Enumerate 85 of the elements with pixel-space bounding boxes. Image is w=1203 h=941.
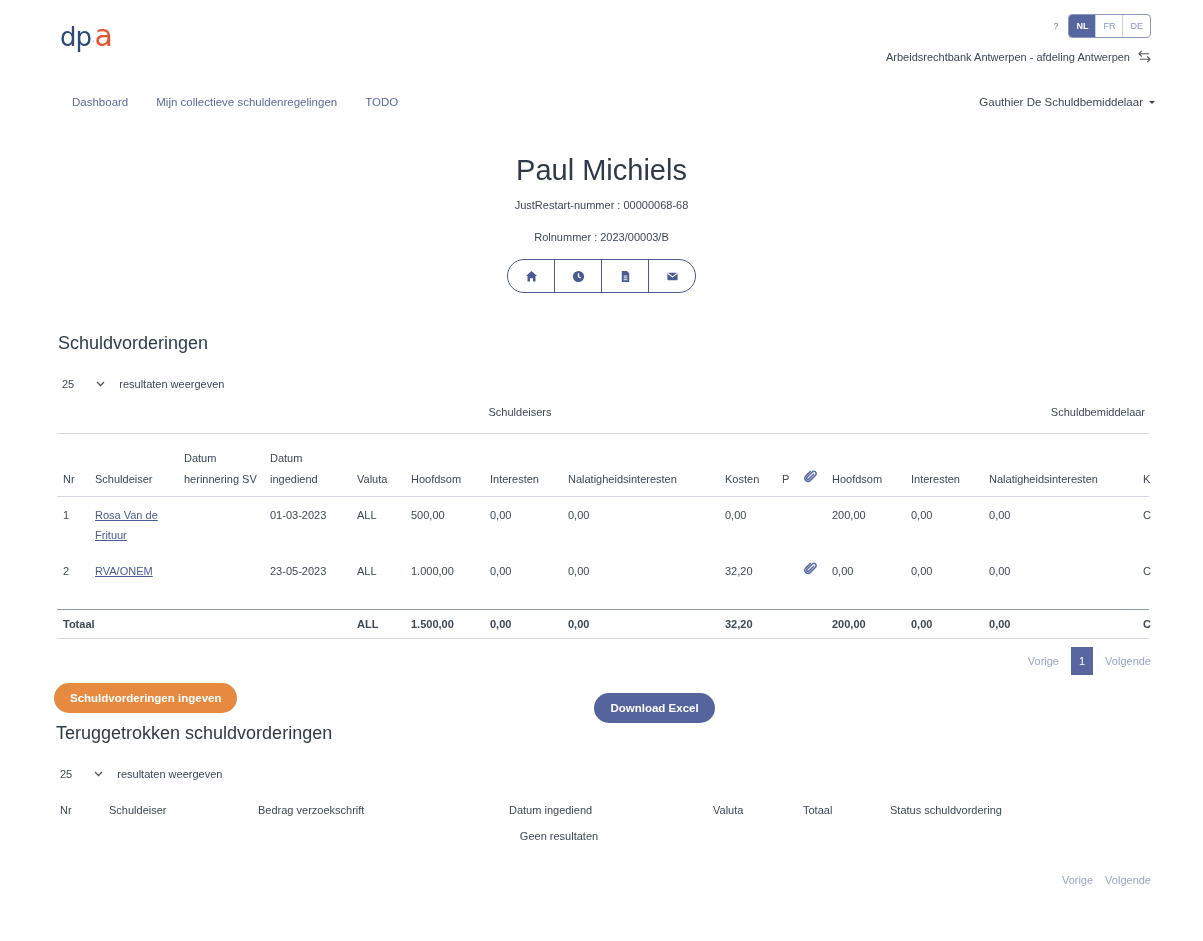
- table-cell: 1.000,00: [411, 565, 454, 577]
- table-cell: ALL: [357, 509, 377, 521]
- column-header: Valuta: [713, 803, 744, 816]
- nav-link[interactable]: Dashboard: [72, 96, 129, 108]
- total-cell: 32,20: [725, 617, 753, 630]
- case-number: JustRestart-nummer : 00000068-68: [514, 199, 689, 211]
- table-cell: 01-03-2023: [270, 509, 327, 521]
- clock-icon: [571, 269, 585, 283]
- total-cell: C: [1143, 617, 1151, 630]
- empty-message: Geen resultaten: [519, 829, 599, 842]
- total-cell: 200,00: [832, 617, 866, 630]
- table-cell: 0,00: [490, 565, 512, 577]
- table-cell: 32,20: [725, 565, 753, 577]
- column-header: Schuldeiser: [95, 473, 153, 485]
- column-header: Nalatigheidsinteresten: [568, 473, 677, 485]
- table-cell: 0,00: [911, 565, 933, 577]
- column-header: K: [1143, 473, 1151, 485]
- case-number: Rolnummer : 2023/00003/B: [534, 231, 669, 243]
- column-header: Bedrag verzoekschrift: [258, 803, 365, 816]
- user-menu[interactable]: Gauthier De Schuldbemiddelaar: [979, 96, 1155, 108]
- table-cell: C: [1143, 565, 1151, 577]
- page-length-label: resultaten weergeven: [117, 767, 223, 780]
- total-cell: 1.500,00: [411, 617, 454, 630]
- table-cell: 0,00: [490, 509, 512, 521]
- table-cell: 200,00: [832, 509, 866, 521]
- total-cell: ALL: [357, 617, 379, 630]
- column-header: Datum ingediend: [270, 452, 318, 485]
- table-cell: 0,00: [568, 509, 590, 521]
- table-cell: 0,00: [568, 565, 590, 577]
- person-name: Paul Michiels: [516, 154, 687, 187]
- column-header: Valuta: [357, 473, 388, 485]
- table-cell: 0,00: [989, 509, 1011, 521]
- column-header: Hoofdsom: [411, 473, 462, 485]
- language-button[interactable]: NL: [1069, 15, 1096, 37]
- total-cell: 0,00: [568, 617, 590, 630]
- column-group-header: Schuldbemiddelaar: [1050, 406, 1146, 418]
- table-cell: 0,00: [989, 565, 1011, 577]
- help-link[interactable]: ?: [1053, 21, 1059, 31]
- nav-link[interactable]: Mijn collectieve schuldenregelingen: [156, 96, 338, 108]
- table-cell: 500,00: [411, 509, 445, 521]
- table-cell: 1: [63, 509, 70, 521]
- column-header: Schuldeiser: [109, 803, 167, 816]
- column-header: Nr: [60, 803, 72, 816]
- column-header: Kosten: [725, 473, 760, 485]
- total-cell: 0,00: [989, 617, 1011, 630]
- column-header: Nr: [63, 473, 75, 485]
- court-name: Arbeidsrechtbank Antwerpen - afdeling Antwerpen: [886, 50, 1130, 63]
- table-cell: ALL: [357, 565, 377, 577]
- page-length-label: resultaten weergeven: [119, 378, 225, 390]
- table-cell: 0,00: [832, 565, 854, 577]
- column-header: Hoofdsom: [832, 473, 883, 485]
- column-group-header: Schuldeisers: [488, 406, 552, 418]
- table-cell: 23-05-2023: [270, 565, 327, 577]
- page-length-select[interactable]: 25: [62, 376, 110, 392]
- total-cell: 0,00: [490, 617, 512, 630]
- section-heading: Schuldvorderingen: [58, 333, 210, 354]
- total-cell: 0,00: [911, 617, 933, 630]
- page-length-select[interactable]: 25: [60, 765, 108, 782]
- column-header: Datum ingediend: [509, 803, 593, 816]
- column-header: Totaal: [803, 803, 833, 816]
- caret-down-icon: [1149, 100, 1155, 104]
- creditor-link[interactable]: RVA/ONEM: [95, 561, 153, 581]
- home-icon: [524, 269, 538, 283]
- chevron-down-icon: [94, 770, 104, 777]
- chevron-down-icon: [96, 381, 106, 387]
- creditor-link[interactable]: Rosa Van de Frituur: [95, 505, 178, 545]
- table-cell: 2: [63, 565, 70, 577]
- page-button[interactable]: 1: [1071, 646, 1094, 675]
- column-header: Status schuldvordering: [890, 803, 1002, 816]
- column-header: Interesten: [911, 473, 960, 485]
- paperclip-icon: [804, 470, 817, 483]
- column-header: Nalatigheidsinteresten: [989, 473, 1098, 485]
- column-header: P: [782, 473, 790, 485]
- language-button[interactable]: FR: [1095, 15, 1123, 37]
- download-button[interactable]: Download Excel: [594, 692, 715, 723]
- column-header: Interesten: [490, 473, 539, 485]
- table-cell: C: [1143, 509, 1151, 521]
- total-label: Totaal: [63, 617, 95, 630]
- column-header: Datum herinnering SV: [184, 452, 257, 485]
- table-cell: 0,00: [911, 509, 933, 521]
- nav-link[interactable]: TODO: [365, 96, 399, 108]
- language-button[interactable]: DE: [1122, 15, 1150, 37]
- switch-arrows-icon: [1138, 50, 1151, 63]
- table-cell: 0,00: [725, 509, 747, 521]
- section-heading: Teruggetrokken schuldvorderingen: [56, 722, 334, 744]
